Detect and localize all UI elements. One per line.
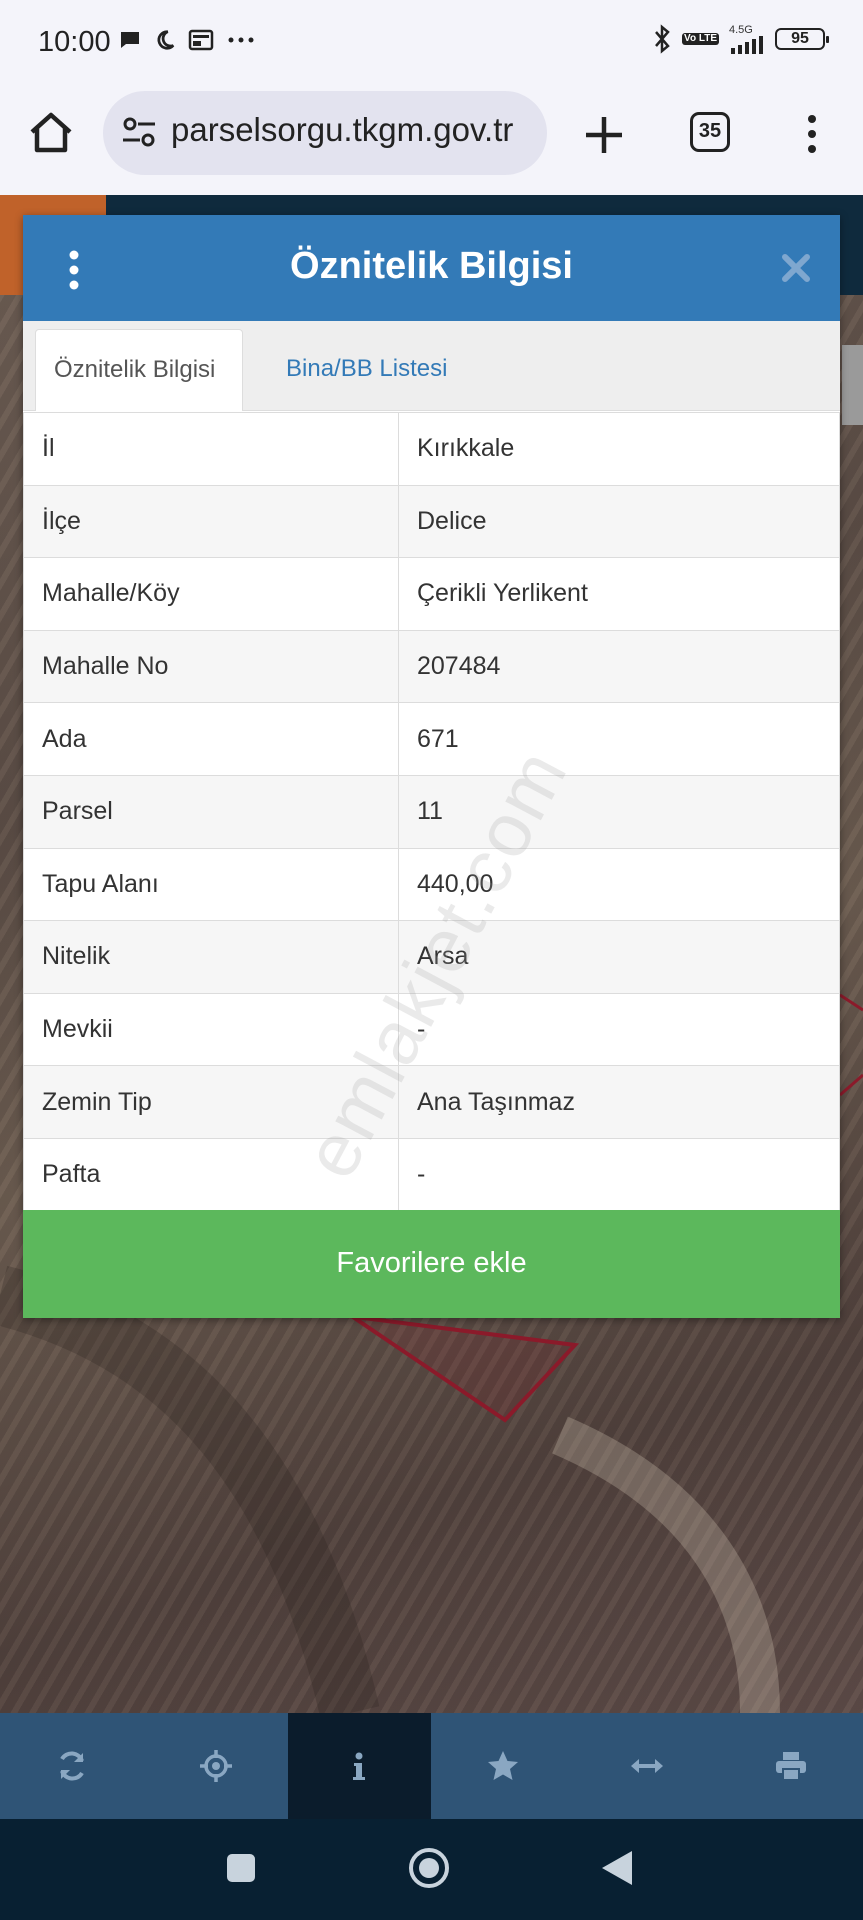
table-row: İlçe Delice — [23, 484, 840, 559]
recents-icon[interactable] — [225, 1852, 257, 1884]
attribute-key: Mahalle No — [23, 629, 399, 704]
table-row: Ada 671 — [23, 702, 840, 776]
browser-menu-icon[interactable] — [798, 113, 826, 155]
measure-button[interactable] — [575, 1713, 719, 1819]
status-system-icons: Vo LTE 4.5G 95 — [652, 23, 829, 54]
attribute-value: - — [398, 992, 840, 1067]
add-to-favorites-button[interactable]: Favorilere ekle — [23, 1210, 840, 1318]
locate-icon — [199, 1750, 232, 1782]
table-row: Mahalle/Köy Çerikli Yerlikent — [23, 557, 840, 631]
home-circle-icon[interactable] — [407, 1846, 451, 1890]
table-row: Pafta - — [23, 1137, 840, 1212]
bluetooth-icon — [655, 24, 670, 54]
dialog-tabs: Öznitelik Bilgisi Bina/BB Listesi — [23, 321, 840, 411]
card-icon — [188, 29, 214, 51]
info-button[interactable] — [287, 1713, 432, 1819]
back-icon[interactable] — [600, 1849, 634, 1887]
attribute-value: - — [398, 1137, 840, 1212]
attribute-key: Parsel — [23, 774, 399, 849]
status-notifications — [118, 28, 256, 52]
status-time: 10:00 — [38, 26, 111, 58]
print-icon — [775, 1752, 806, 1781]
chat-bubble-icon — [121, 32, 139, 48]
attribute-key: İl — [23, 412, 399, 486]
volte-badge: Vo LTE — [682, 33, 719, 45]
attribute-key: Mahalle/Köy — [23, 557, 399, 631]
tab-switcher-button[interactable]: 35 — [690, 112, 730, 152]
attribute-key: İlçe — [23, 484, 399, 559]
table-row: Zemin Tip Ana Taşınmaz — [23, 1065, 840, 1139]
refresh-button[interactable] — [0, 1713, 144, 1819]
site-settings-icon[interactable] — [121, 114, 157, 150]
tab-building-list[interactable]: Bina/BB Listesi — [268, 329, 465, 411]
print-button[interactable] — [719, 1713, 863, 1819]
dialog-header: Öznitelik Bilgisi — [23, 215, 840, 321]
dialog-title: Öznitelik Bilgisi — [290, 245, 573, 287]
attribute-dialog: Öznitelik Bilgisi Öznitelik Bilgisi Bina… — [23, 215, 840, 1318]
refresh-icon — [59, 1751, 84, 1781]
attribute-value: 207484 — [398, 629, 840, 704]
parcel-edge — [839, 993, 863, 1012]
table-row: İl Kırıkkale — [23, 412, 840, 486]
home-icon[interactable] — [26, 108, 76, 158]
status-bar: 10:00 Vo LTE 4.5G 95 — [0, 0, 863, 85]
close-icon[interactable] — [780, 252, 812, 284]
tab-attribute-info[interactable]: Öznitelik Bilgisi — [35, 329, 243, 411]
attribute-value: Delice — [398, 484, 840, 559]
attribute-table: İl Kırıkkale İlçe Delice Mahalle/Köy Çerikl… — [23, 412, 840, 1212]
table-row: Parsel 11 — [23, 774, 840, 849]
map-field-path — [552, 1416, 780, 1713]
url-text[interactable]: parselsorgu.tkgm.gov.tr — [171, 111, 535, 149]
measure-icon — [631, 1759, 664, 1773]
network-type: 4.5G — [729, 23, 753, 36]
parcel-edge — [839, 1073, 863, 1097]
address-bar[interactable]: parselsorgu.tkgm.gov.tr — [103, 91, 547, 175]
attribute-value: Çerikli Yerlikent — [398, 557, 840, 631]
new-tab-icon[interactable] — [580, 111, 628, 159]
attribute-value: Kırıkkale — [398, 412, 840, 486]
system-nav-bar — [0, 1819, 863, 1920]
info-icon — [353, 1752, 366, 1780]
signal-group: 4.5G — [729, 23, 765, 54]
attribute-key: Tapu Alanı — [23, 847, 399, 922]
more-dots-icon — [228, 37, 254, 43]
favorites-button[interactable] — [431, 1713, 575, 1819]
map-toolbar — [0, 1713, 863, 1819]
attribute-key: Nitelik — [23, 920, 399, 994]
table-row: Mahalle No 207484 — [23, 629, 840, 704]
map-field-shadow — [0, 1265, 380, 1713]
moon-icon — [157, 30, 175, 50]
battery-indicator: 95 — [775, 28, 829, 50]
signal-icon — [731, 35, 763, 54]
attribute-value: Ana Taşınmaz — [398, 1065, 840, 1139]
browser-toolbar: parselsorgu.tkgm.gov.tr 35 — [0, 85, 863, 195]
star-icon — [488, 1751, 519, 1780]
attribute-key: Ada — [23, 702, 399, 776]
parcel-outline — [339, 1313, 580, 1423]
attribute-value: 671 — [398, 702, 840, 776]
locate-button[interactable] — [144, 1713, 288, 1819]
